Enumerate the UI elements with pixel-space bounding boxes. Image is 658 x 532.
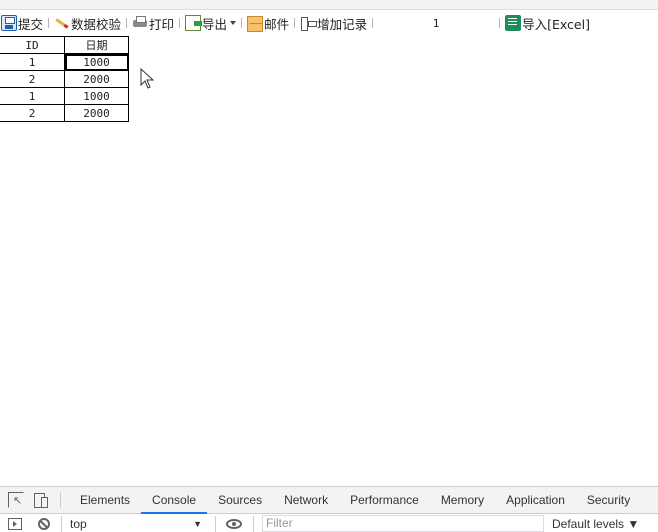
toolbar-separator — [48, 18, 50, 28]
table-cell[interactable]: 2 — [0, 104, 65, 122]
table-row: 1 1000 — [0, 87, 129, 105]
toolbar-separator — [372, 18, 374, 28]
mail-label: 邮件 — [264, 16, 290, 32]
export-button[interactable]: 导出 — [184, 12, 237, 34]
import-excel-button[interactable]: 导入[Excel] — [504, 12, 591, 34]
toolbar-separator — [241, 18, 243, 28]
tab-sources[interactable]: Sources — [207, 487, 273, 514]
context-selector[interactable]: top ▼ — [70, 517, 204, 531]
table-row: 2 2000 — [0, 70, 129, 88]
context-label: top — [70, 516, 87, 531]
export-icon — [185, 15, 203, 31]
show-sidebar-icon[interactable] — [8, 517, 22, 530]
validate-button[interactable]: 数据校验 — [53, 12, 122, 34]
console-toolbar-divider — [253, 515, 254, 532]
inspect-element-icon[interactable] — [8, 492, 24, 508]
add-record-label: 增加记录 — [317, 16, 368, 32]
table-row: 1 1000 — [0, 53, 129, 71]
add-record-button[interactable]: 增加记录 — [299, 12, 368, 34]
tab-performance[interactable]: Performance — [339, 487, 430, 514]
report-table: ID 日期 1 1000 2 2000 1 1000 2 2000 — [0, 36, 129, 122]
mouse-pointer-icon — [140, 68, 155, 89]
clear-console-icon[interactable] — [38, 517, 50, 530]
export-label: 导出 — [202, 16, 228, 32]
tab-elements[interactable]: Elements — [69, 487, 141, 514]
table-cell[interactable]: 2000 — [64, 104, 129, 122]
dropdown-arrow-icon: ▼ — [193, 518, 202, 529]
excel-icon — [505, 15, 522, 31]
device-toolbar-icon[interactable] — [32, 492, 48, 508]
console-toolbar-divider — [61, 515, 62, 532]
toolbar-separator — [294, 18, 296, 28]
toolbar-separator — [126, 18, 128, 28]
save-icon — [1, 15, 17, 31]
filter-input[interactable]: Filter — [262, 515, 544, 532]
table-cell-selected[interactable]: 1000 — [64, 53, 129, 71]
import-excel-label: 导入[Excel] — [522, 16, 590, 32]
browser-top-strip — [0, 0, 658, 10]
toolbar-separator — [179, 18, 181, 28]
console-toolbar: top ▼ Filter Default levels ▼ — [0, 514, 658, 532]
report-toolbar: 提交 数据校验 打印 导出 邮件 增加记录 1 导入[Excel] — [0, 11, 658, 35]
tab-network[interactable]: Network — [273, 487, 339, 514]
tab-memory[interactable]: Memory — [430, 487, 495, 514]
column-header-date: 日期 — [64, 36, 129, 54]
print-icon — [132, 15, 148, 31]
devtools-divider — [60, 492, 61, 508]
add-record-icon — [300, 15, 318, 31]
tab-application[interactable]: Application — [495, 487, 576, 514]
table-cell[interactable]: 2000 — [64, 70, 129, 88]
table-cell[interactable]: 2 — [0, 70, 65, 88]
table-cell[interactable]: 1000 — [64, 87, 129, 105]
mail-icon — [247, 16, 264, 32]
submit-button[interactable]: 提交 — [0, 12, 44, 34]
column-header-id: ID — [0, 36, 65, 54]
table-row: 2 2000 — [0, 104, 129, 122]
eye-icon[interactable] — [226, 518, 242, 529]
print-label: 打印 — [149, 16, 175, 32]
print-button[interactable]: 打印 — [131, 12, 175, 34]
devtools-tab-bar: Elements Console Sources Network Perform… — [0, 487, 658, 514]
check-icon — [54, 15, 70, 31]
table-header-row: ID 日期 — [0, 36, 129, 54]
page: 提交 数据校验 打印 导出 邮件 增加记录 1 导入[Excel] ID 日期 … — [0, 0, 658, 532]
tab-console[interactable]: Console — [141, 487, 208, 514]
chevron-down-icon — [230, 21, 237, 25]
devtools-panel: Elements Console Sources Network Perform… — [0, 486, 658, 532]
console-toolbar-divider — [215, 515, 216, 532]
validate-label: 数据校验 — [71, 16, 122, 32]
page-number-input[interactable]: 1 — [377, 17, 495, 30]
submit-label: 提交 — [18, 16, 44, 32]
mail-button[interactable]: 邮件 — [246, 12, 290, 34]
table-cell[interactable]: 1 — [0, 53, 65, 71]
log-levels-dropdown[interactable]: Default levels ▼ — [552, 517, 639, 531]
toolbar-separator — [499, 18, 501, 28]
table-cell[interactable]: 1 — [0, 87, 65, 105]
tab-security[interactable]: Security — [576, 487, 641, 514]
